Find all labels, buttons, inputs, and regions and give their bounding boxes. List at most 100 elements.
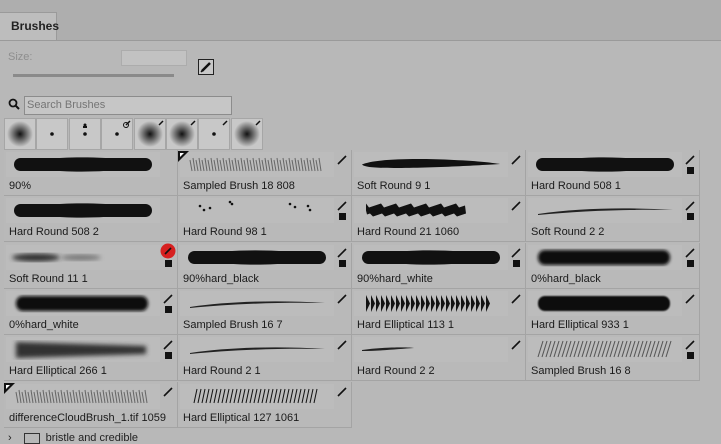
folder-icon [23,432,40,444]
brush-stroke-preview [6,337,160,363]
soft-round-brush-icon [136,120,164,147]
brush-preset-name: 0%hard_white [9,318,79,331]
brush-preset[interactable]: 90%hard_white [352,242,526,289]
brush-preset[interactable]: Hard Round 508 1 [526,150,700,196]
brush-preset[interactable]: Hard Round 2 2 [352,335,526,382]
brush-stroke-preview [354,337,508,363]
brush-preset[interactable]: differenceCloudBrush_1.tif 1059 [4,381,178,428]
pen-pressure-icon [337,198,347,211]
brush-preset[interactable]: Hard Elliptical 127 1061 [178,381,352,428]
stroke-preview-graphic [198,200,312,212]
brush-preset-name: Hard Elliptical 933 1 [531,318,629,331]
scrollbar[interactable] [702,150,721,441]
stroke-preview-graphic [362,159,500,168]
brush-stroke-preview [528,337,682,363]
brush-stroke-preview [528,244,682,270]
size-label: Size: [8,51,33,63]
pen-pressure-icon [337,152,347,165]
stroke-preview-graphic [366,203,466,217]
panel-tab-bar: Brushes [0,0,721,41]
brush-preset[interactable]: Soft Round 9 1 [352,150,526,196]
recent-brush-4[interactable] [101,118,134,150]
pen-pressure-icon [511,337,521,350]
brush-stroke-preview [528,290,682,316]
brush-stroke-preview [6,198,160,224]
dot-brush-icon [212,120,228,136]
brush-preset-name: 90%hard_white [357,272,433,285]
brush-preset[interactable]: 0%hard_white [4,288,178,335]
size-slider[interactable] [13,74,174,77]
brush-preset[interactable]: Hard Elliptical 933 1 [526,288,700,335]
brush-preset[interactable]: 0%hard_black [526,242,700,289]
brush-preset-name: Hard Round 21 1060 [357,226,460,239]
brush-preset-name: Hard Round 508 1 [531,180,621,192]
soft-round-brush-icon [7,121,33,147]
stroke-preview-graphic [16,342,146,359]
dot-person-brush-icon [82,123,87,136]
recent-brush-3[interactable] [68,118,101,150]
pen-pressure-icon [511,245,521,258]
brush-tip-square-icon [687,352,694,360]
brush-preset-name: Hard Elliptical 113 1 [357,318,455,331]
brush-preset[interactable]: Hard Round 2 1 [178,335,352,382]
stroke-preview-graphic [190,301,325,308]
brush-tip-square-icon [165,352,172,360]
recent-brush-6[interactable] [166,118,198,150]
recent-brush-1[interactable] [4,118,36,150]
brush-preset[interactable]: 90%hard_black [178,242,352,289]
brush-tip-square-icon [513,259,520,267]
stroke-preview-graphic [366,294,490,312]
brush-stroke-preview [354,244,508,270]
brush-folder-row[interactable]: › bristle and credible [8,432,138,444]
brush-stroke-preview [354,290,508,316]
tab-brushes[interactable]: Brushes [0,12,59,40]
brush-preset[interactable]: Hard Elliptical 266 1 [4,335,178,382]
pen-pressure-icon [511,152,521,165]
recent-brush-2[interactable] [36,118,69,150]
recent-brush-7[interactable] [198,118,231,150]
brush-preset[interactable]: Hard Round 98 1 [178,196,352,243]
recent-brush-5[interactable] [133,118,166,150]
pen-pressure-icon [337,245,347,258]
soft-round-brush-icon [169,120,196,147]
stroke-preview-graphic [188,249,326,265]
recent-brush-8[interactable] [230,118,263,150]
brush-preset[interactable]: Hard Elliptical 113 1 [352,288,526,335]
brush-stroke-preview [6,383,160,409]
brush-preset[interactable]: Hard Round 508 2 [4,196,178,243]
brush-preset-name: 90%hard_black [183,272,259,285]
brush-preset[interactable]: Hard Round 21 1060 [352,196,526,243]
brush-tip-square-icon [687,259,694,267]
brush-preset-name: Soft Round 9 1 [357,180,431,192]
brush-tip-square-icon [165,305,172,313]
brush-preset-name: 90% [9,180,32,192]
brush-settings-button[interactable] [198,59,214,75]
brush-stroke-preview [180,152,334,177]
search-input[interactable] [24,96,232,115]
brush-preset[interactable]: Soft Round 11 1 [4,242,178,289]
brush-preset-name: Hard Round 2 1 [183,365,261,378]
pen-pressure-icon [685,337,695,350]
brush-preset[interactable]: 90% [4,150,178,196]
brush-stroke-preview [180,337,334,363]
brush-tip-square-icon [339,213,346,221]
dot-brush-icon [50,132,55,136]
brush-stroke-preview [180,198,334,224]
stroke-preview-graphic [16,295,148,311]
folder-label: bristle and credible [45,432,139,444]
brush-preset[interactable]: Soft Round 2 2 [526,196,700,243]
stroke-preview-graphic [538,295,670,311]
brush-stroke-preview [6,152,160,177]
brush-preset[interactable]: Sampled Brush 16 8 [526,335,700,382]
brush-preset[interactable]: Sampled Brush 16 7 [178,288,352,335]
size-field[interactable] [121,50,187,66]
brush-tip-square-icon [339,259,346,267]
stroke-preview-graphic [362,347,414,352]
stroke-preview-graphic [12,253,101,262]
pen-pressure-icon [685,198,695,211]
brush-preset[interactable]: Sampled Brush 18 808 [178,150,352,196]
pen-pressure-icon [337,337,347,350]
stroke-preview-graphic [190,347,325,355]
stroke-preview-graphic [14,157,152,172]
stroke-preview-graphic [15,389,148,403]
